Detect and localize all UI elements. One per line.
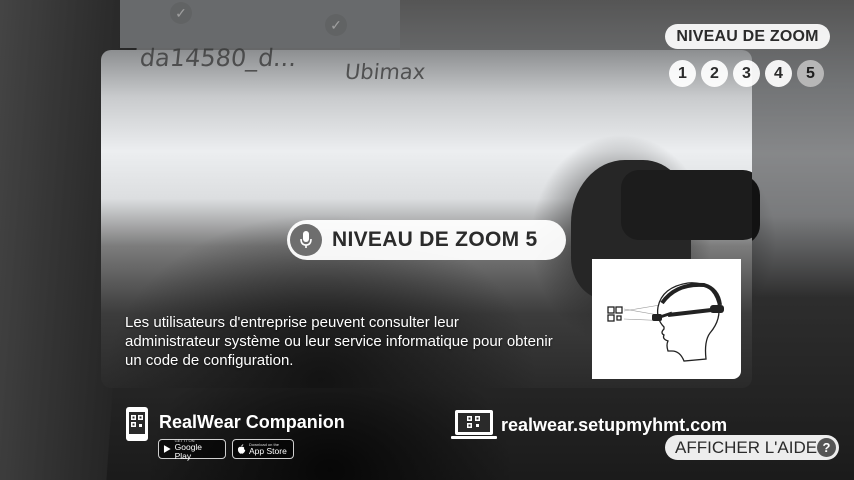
store-badges: GET IT ON Google Play Download on the Ap… xyxy=(158,438,345,461)
preview-knob-arm xyxy=(621,170,752,240)
zoom-level-3-button[interactable]: 3 xyxy=(733,60,760,87)
app-store-badge[interactable]: Download on the App Store xyxy=(232,439,294,459)
voice-command-text: NIVEAU DE ZOOM 5 xyxy=(332,228,538,251)
app-store-text: App Store xyxy=(249,446,287,456)
zoom-level-2-button[interactable]: 2 xyxy=(701,60,728,87)
play-store-icon xyxy=(163,445,171,453)
voice-command-pill[interactable]: NIVEAU DE ZOOM 5 xyxy=(287,220,566,260)
background-folder-text: Ubimax xyxy=(343,60,427,84)
google-play-text: Google Play xyxy=(174,441,203,461)
setup-website-url: realwear.setupmyhmt.com xyxy=(501,414,728,435)
setup-info-text: Les utilisateurs d'entreprise peuvent co… xyxy=(125,314,553,369)
background-filename-text: da14580_d... xyxy=(138,44,298,72)
zoom-level-4-button[interactable]: 4 xyxy=(765,60,792,87)
zoom-level-selector: 1 2 3 4 5 xyxy=(669,60,824,87)
phone-qr-icon xyxy=(126,407,148,441)
zoom-level-label: NIVEAU DE ZOOM xyxy=(665,24,830,49)
show-help-label: AFFICHER L'AIDE xyxy=(675,437,818,457)
companion-app-section: RealWear Companion GET IT ON Google Play xyxy=(125,406,345,461)
zoom-level-1-button[interactable]: 1 xyxy=(669,60,696,87)
companion-app-title: RealWear Companion xyxy=(159,412,345,432)
microphone-icon xyxy=(290,224,322,256)
zoom-level-5-button[interactable]: 5 xyxy=(797,60,824,87)
laptop-qr-icon xyxy=(451,410,497,439)
show-help-button[interactable]: AFFICHER L'AIDE ? xyxy=(665,435,839,460)
headset-user-icon xyxy=(607,282,724,362)
question-mark-icon: ? xyxy=(817,438,836,457)
camera-viewfinder: ✓ ✓ da14580_d... Ubimax NIVEAU DE ZOOM 1… xyxy=(0,0,854,480)
apple-icon xyxy=(237,444,246,454)
headset-illustration xyxy=(592,259,741,379)
google-play-badge[interactable]: GET IT ON Google Play xyxy=(158,438,226,461)
